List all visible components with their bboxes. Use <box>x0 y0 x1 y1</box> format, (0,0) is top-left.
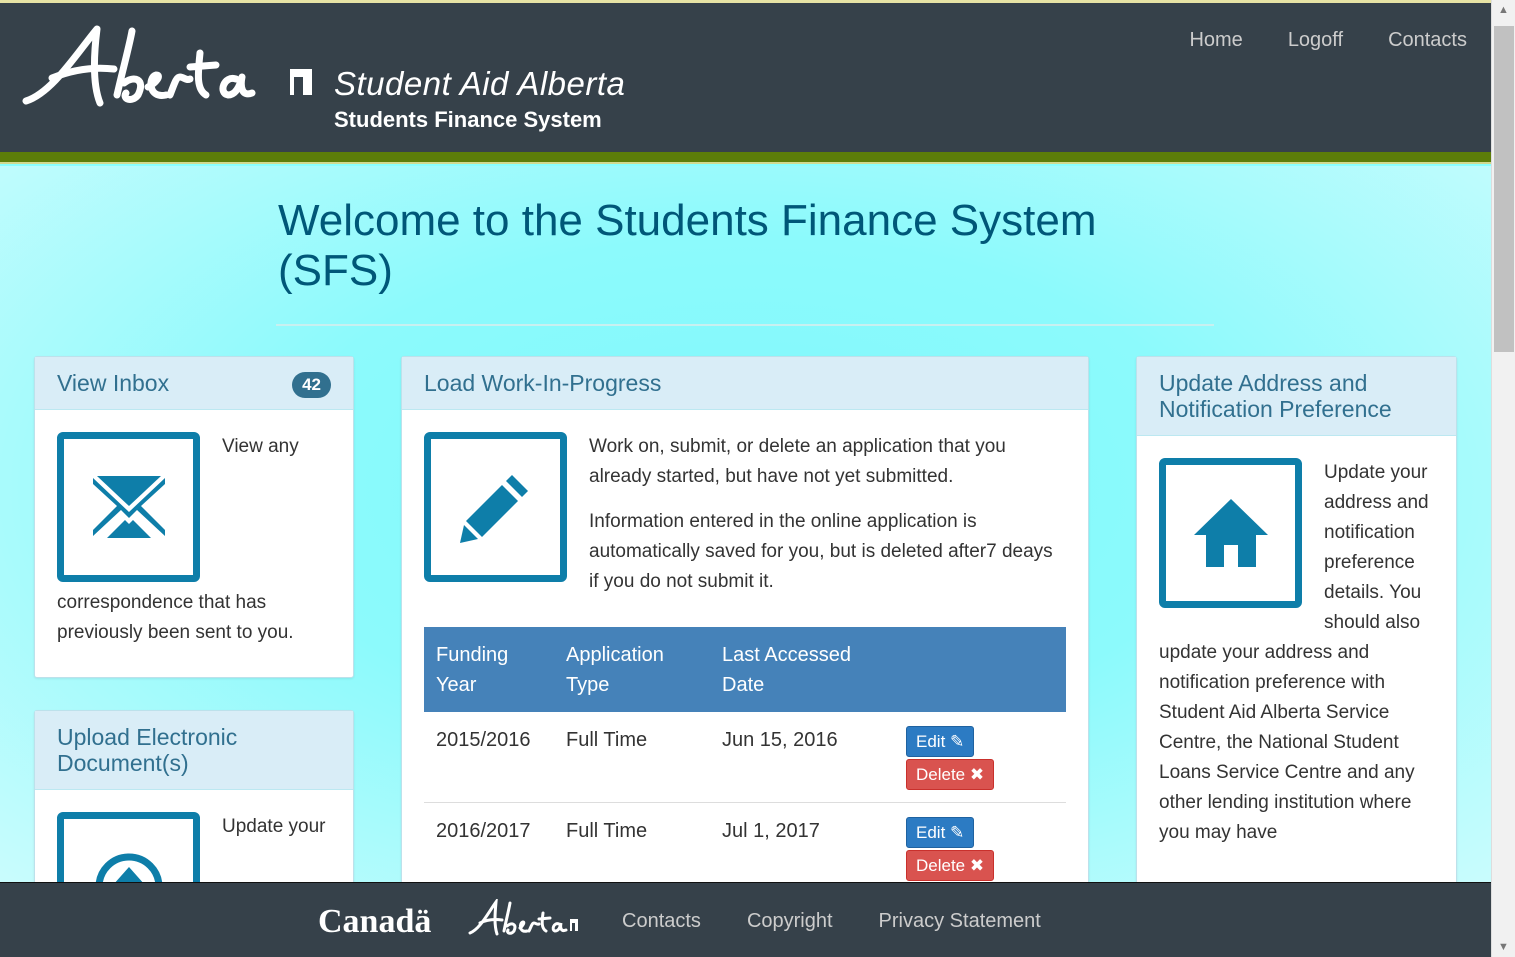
inbox-icon-tile[interactable] <box>57 432 200 582</box>
main-content: Welcome to the Students Finance System (… <box>0 166 1491 882</box>
wip-icon-tile[interactable] <box>424 432 567 582</box>
canada-wordmark: Canadä <box>318 903 432 940</box>
pencil-icon: ✎ <box>950 732 965 751</box>
header-accent-bar <box>0 152 1491 164</box>
page-title: Welcome to the Students Finance System (… <box>278 196 1097 295</box>
footer-copyright-link[interactable]: Copyright <box>747 910 833 933</box>
home-icon <box>1193 499 1268 567</box>
upload-icon <box>95 853 162 882</box>
row-actions: Edit ✎ Delete ✖ <box>894 712 1066 803</box>
wip-panel-header[interactable]: Load Work-In-Progress <box>402 357 1088 410</box>
wip-panel-body: Work on, submit, or delete an applicatio… <box>402 410 1088 882</box>
upload-description: Update your <box>222 816 326 837</box>
footer-nav: Contacts Copyright Privacy Statement <box>622 910 1041 933</box>
wip-panel-title[interactable]: Load Work-In-Progress <box>424 370 661 396</box>
edit-button-label: Edit <box>916 823 946 842</box>
nav-home-link[interactable]: Home <box>1189 29 1242 52</box>
delete-button-label: Delete <box>916 856 966 875</box>
upload-panel-header[interactable]: Upload Electronic Document(s) <box>35 711 353 790</box>
address-panel-header[interactable]: Update Address and Notification Preferen… <box>1137 357 1456 436</box>
address-panel: Update Address and Notification Preferen… <box>1136 356 1457 882</box>
row-last-accessed: Jul 1, 2017 <box>710 802 894 882</box>
row-funding-year: 2016/2017 <box>424 802 554 882</box>
site-footer: Canadä Contacts Copyright Privacy Statem… <box>0 882 1491 957</box>
row-actions: Edit ✎ Delete ✖ <box>894 802 1066 882</box>
close-icon: ✖ <box>969 765 985 784</box>
upload-panel-body: Update your <box>35 790 353 882</box>
nav-contacts-link[interactable]: Contacts <box>1388 29 1467 52</box>
column-actions <box>894 627 1066 712</box>
site-header: Student Aid Alberta Students Finance Sys… <box>0 0 1491 152</box>
close-icon: ✖ <box>969 856 985 875</box>
work-in-progress-panel: Load Work-In-Progress Work on, submit, o… <box>401 356 1089 882</box>
address-panel-title[interactable]: Update Address and Notification Preferen… <box>1159 370 1392 422</box>
page-scrollbar[interactable]: ▲ ▼ <box>1491 0 1515 957</box>
inbox-panel: View Inbox 42 View any correspondence th… <box>34 356 354 678</box>
pencil-icon <box>459 475 528 543</box>
table-row: 2015/2016 Full Time Jun 15, 2016 Edit ✎ … <box>424 712 1066 803</box>
pencil-icon: ✎ <box>950 823 965 842</box>
column-last-accessed: Last Accessed Date <box>710 627 894 712</box>
delete-button-label: Delete <box>916 765 966 784</box>
upload-icon-tile[interactable] <box>57 812 200 882</box>
site-subtitle: Students Finance System <box>334 107 602 132</box>
alberta-logo[interactable] <box>22 23 318 113</box>
edit-button[interactable]: Edit ✎ <box>906 817 975 848</box>
address-panel-body: Update your address and notification pre… <box>1137 436 1456 870</box>
inbox-panel-title[interactable]: View Inbox <box>57 370 169 396</box>
inbox-count-badge: 42 <box>292 372 331 398</box>
column-application-type: Application Type <box>554 627 710 712</box>
delete-button[interactable]: Delete ✖ <box>906 850 995 881</box>
row-application-type: Full Time <box>554 802 710 882</box>
inbox-panel-body: View any correspondence that has previou… <box>35 410 353 670</box>
delete-button[interactable]: Delete ✖ <box>906 759 995 790</box>
row-last-accessed: Jun 15, 2016 <box>710 712 894 803</box>
alberta-footer-logo <box>468 899 578 936</box>
envelope-icon <box>92 476 165 538</box>
title-divider <box>276 324 1214 326</box>
row-funding-year: 2015/2016 <box>424 712 554 803</box>
table-header-row: Funding Year Application Type Last Acces… <box>424 627 1066 712</box>
edit-button-label: Edit <box>916 732 946 751</box>
inbox-panel-header[interactable]: View Inbox 42 <box>35 357 353 410</box>
upload-panel: Upload Electronic Document(s) Update you… <box>34 710 354 882</box>
row-application-type: Full Time <box>554 712 710 803</box>
footer-privacy-link[interactable]: Privacy Statement <box>879 910 1041 933</box>
scrollbar-thumb[interactable] <box>1494 26 1514 352</box>
address-icon-tile[interactable] <box>1159 458 1302 608</box>
nav-logoff-link[interactable]: Logoff <box>1288 29 1343 52</box>
site-name: Student Aid Alberta <box>334 65 626 102</box>
scroll-up-arrow-icon[interactable]: ▲ <box>1498 4 1509 16</box>
scroll-down-arrow-icon[interactable]: ▼ <box>1498 941 1509 953</box>
upload-panel-title[interactable]: Upload Electronic Document(s) <box>57 724 237 776</box>
edit-button[interactable]: Edit ✎ <box>906 726 975 757</box>
wip-applications-table: Funding Year Application Type Last Acces… <box>424 627 1066 882</box>
table-row: 2016/2017 Full Time Jul 1, 2017 Edit ✎ D… <box>424 802 1066 882</box>
column-funding-year: Funding Year <box>424 627 554 712</box>
footer-contacts-link[interactable]: Contacts <box>622 910 701 933</box>
top-nav: Home Logoff Contacts <box>1189 29 1467 52</box>
